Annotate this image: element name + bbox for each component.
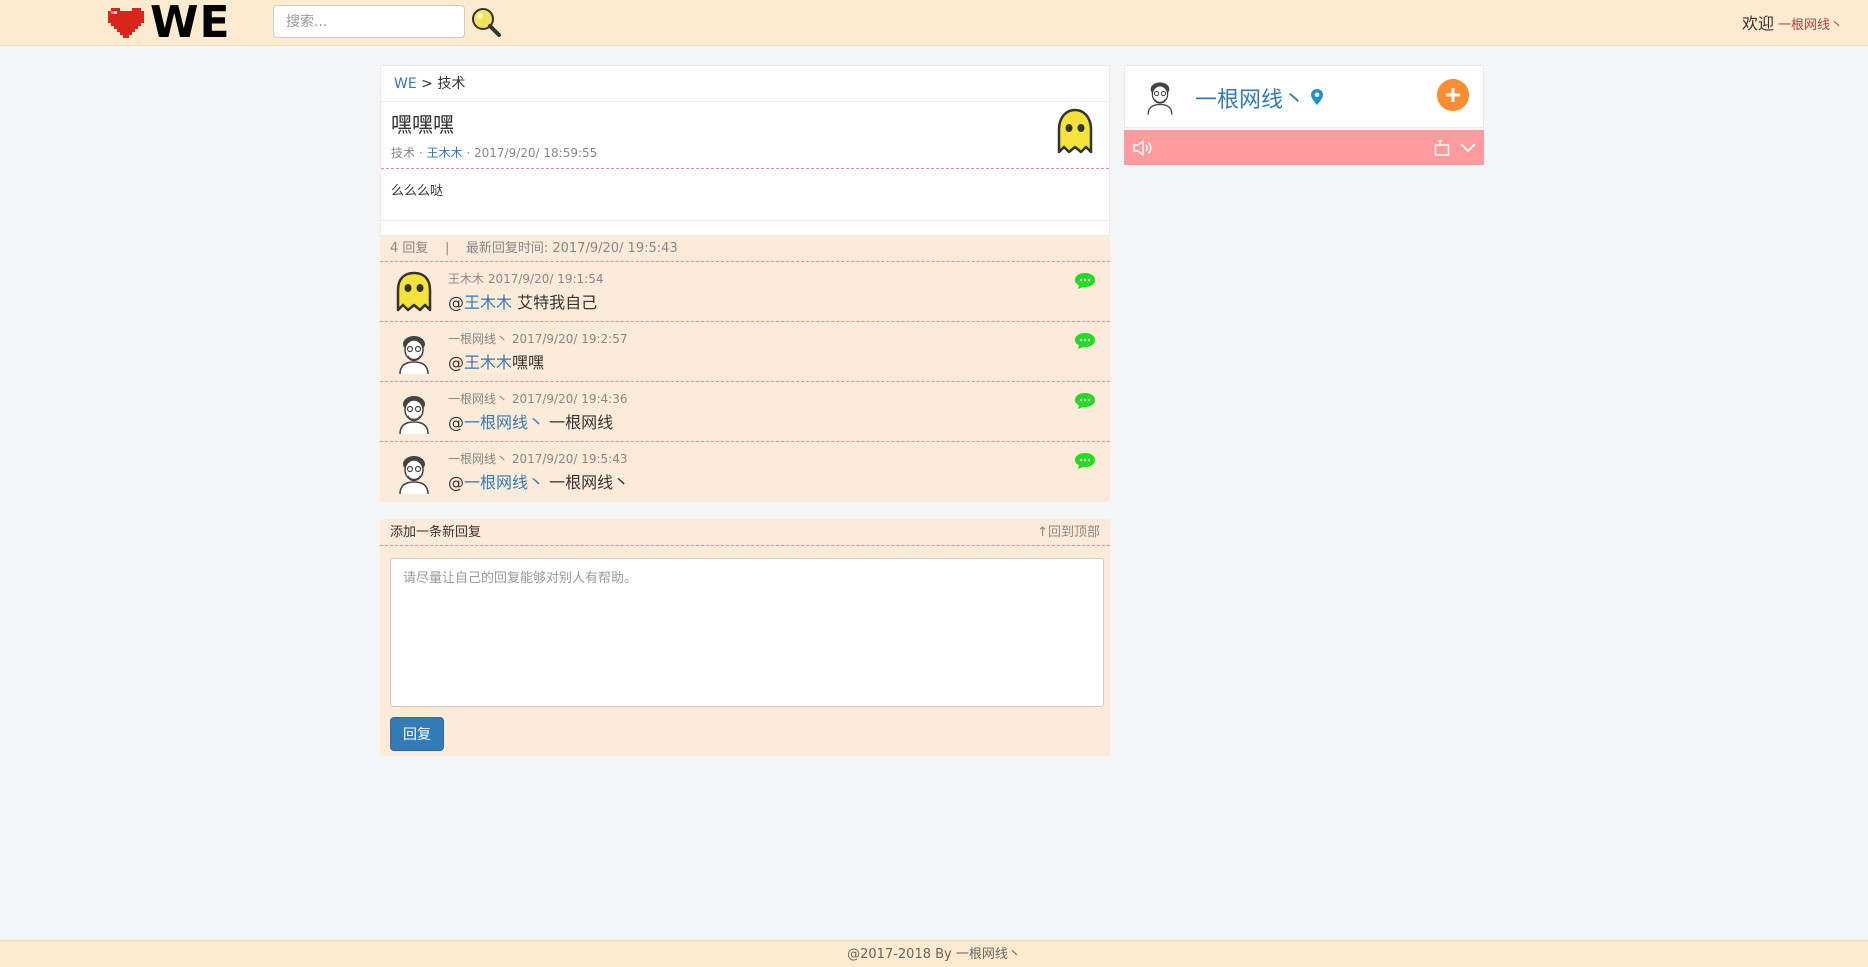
mention-link[interactable]: 一根网线丶 [464, 473, 544, 492]
reply-form-title: 添加一条新回复 [390, 525, 482, 540]
man-avatar-icon[interactable] [394, 330, 434, 374]
meta-dot: · [466, 146, 471, 160]
user-link[interactable]: 一根网线丶 [1778, 18, 1843, 33]
reply-text: 一根网线 [544, 413, 614, 432]
reply-content: @王木木 艾特我自己 [448, 289, 597, 313]
chat-bubble-icon[interactable] [1074, 452, 1096, 470]
man-avatar-icon[interactable] [394, 390, 434, 434]
ghost-avatar-icon[interactable] [394, 270, 434, 314]
reply-user: 王木木 [448, 272, 485, 286]
music-player-bar [1124, 130, 1484, 165]
post-title: 嘿嘿嘿 [391, 113, 454, 137]
reply-content: @一根网线丶 一根网线 [448, 409, 613, 433]
at-sign: @ [448, 353, 464, 372]
reply-text: 一根网线丶 [544, 473, 630, 492]
at-sign: @ [448, 473, 464, 492]
breadcrumb: WE > 技术 [381, 66, 1109, 102]
reply-count: 4 回复 [390, 241, 429, 256]
post-panel: WE > 技术 嘿嘿嘿 技术 · 王木木 · 2017/9/20/ 18:59:… [380, 65, 1110, 236]
reply-time: 2017/9/20/ 19:1:54 [487, 272, 604, 286]
reply-content: @王木木嘿嘿 [448, 349, 544, 373]
profile-name-link[interactable]: 一根网线丶 [1195, 82, 1305, 114]
at-sign: @ [448, 293, 464, 312]
reply-user: 一根网线丶 [448, 332, 509, 346]
breadcrumb-separator: > [421, 76, 433, 92]
back-to-top-link[interactable]: ↑回到顶部 [1037, 519, 1100, 546]
at-sign: @ [448, 413, 464, 432]
post-category: 技术 [391, 146, 416, 160]
reply-textarea[interactable] [390, 558, 1104, 707]
chevron-down-icon[interactable] [1460, 141, 1476, 153]
welcome-area: 欢迎 一根网线丶 [1742, 10, 1843, 34]
profile-card: 一根网线丶 [1124, 65, 1484, 128]
breadcrumb-home-link[interactable]: WE [394, 76, 417, 92]
reply-time: 2017/9/20/ 19:5:43 [511, 452, 628, 466]
chat-bubble-icon[interactable] [1074, 392, 1096, 410]
sidebar: 一根网线丶 [1124, 65, 1484, 165]
reply-meta: 一根网线丶 2017/9/20/ 19:5:43 [448, 450, 628, 467]
main-column: WE > 技术 嘿嘿嘿 技术 · 王木木 · 2017/9/20/ 18:59:… [380, 65, 1110, 756]
replies-panel: 4 回复 | 最新回复时间: 2017/9/20/ 19:5:43 王木木 20… [380, 236, 1110, 502]
reply-time: 2017/9/20/ 19:2:57 [511, 332, 628, 346]
meta-dot: · [418, 146, 423, 160]
breadcrumb-current: 技术 [437, 76, 466, 92]
reply-form-header: 添加一条新回复 ↑回到顶部 [380, 519, 1110, 546]
mention-link[interactable]: 一根网线丶 [464, 413, 544, 432]
man-avatar-icon[interactable] [1143, 76, 1177, 116]
site-logo[interactable]: WE [108, 0, 231, 48]
reply-meta: 一根网线丶 2017/9/20/ 19:2:57 [448, 330, 628, 347]
speaker-icon[interactable] [1132, 138, 1154, 158]
reply-user: 一根网线丶 [448, 392, 509, 406]
reply-meta: 一根网线丶 2017/9/20/ 19:4:36 [448, 390, 628, 407]
post-spacer [381, 221, 1109, 235]
summary-divider: | [444, 241, 450, 256]
reply-form: 添加一条新回复 ↑回到顶部 回复 [380, 519, 1110, 756]
search-icon[interactable] [470, 6, 502, 38]
reply-item: 一根网线丶 2017/9/20/ 19:5:43 @一根网线丶 一根网线丶 [380, 442, 1110, 502]
chat-bubble-icon[interactable] [1074, 332, 1096, 350]
chat-bubble-icon[interactable] [1074, 272, 1096, 290]
logo-text: WE [150, 0, 231, 48]
reply-text: 艾特我自己 [512, 293, 598, 312]
reply-text: 嘿嘿 [512, 353, 545, 372]
ghost-avatar-icon[interactable] [1056, 108, 1094, 156]
reply-item: 一根网线丶 2017/9/20/ 19:2:57 @王木木嘿嘿 [380, 322, 1110, 382]
footer-text: @2017-2018 By 一根网线丶 [847, 947, 1021, 962]
reply-meta: 王木木 2017/9/20/ 19:1:54 [448, 270, 604, 287]
latest-reply-label: 最新回复时间: [465, 241, 549, 256]
reply-item: 王木木 2017/9/20/ 19:1:54 @王木木 艾特我自己 [380, 262, 1110, 322]
post-header: 嘿嘿嘿 技术 · 王木木 · 2017/9/20/ 18:59:55 [381, 102, 1109, 169]
mention-link[interactable]: 王木木 [464, 353, 512, 372]
post-datetime: 2017/9/20/ 18:59:55 [474, 146, 598, 160]
reply-user: 一根网线丶 [448, 452, 509, 466]
replies-summary: 4 回复 | 最新回复时间: 2017/9/20/ 19:5:43 [380, 236, 1110, 262]
add-button[interactable] [1437, 79, 1469, 111]
man-avatar-icon[interactable] [394, 450, 434, 494]
top-navbar: WE 欢迎一根网线丶 [0, 0, 1868, 46]
welcome-label: 欢迎 [1741, 14, 1774, 33]
mention-link[interactable]: 王木木 [464, 293, 512, 312]
post-meta: 技术 · 王木木 · 2017/9/20/ 18:59:55 [391, 144, 1099, 161]
post-body: 么么么哒 [381, 169, 1109, 221]
post-author-link[interactable]: 王木木 [427, 146, 463, 160]
reply-content: @一根网线丶 一根网线丶 [448, 469, 629, 493]
latest-reply-time: 2017/9/20/ 19:5:43 [552, 241, 678, 256]
heart-icon [108, 8, 144, 38]
submit-reply-button[interactable]: 回复 [390, 717, 444, 751]
location-pin-icon[interactable] [1310, 88, 1324, 106]
search-input[interactable] [273, 5, 465, 38]
page-footer: @2017-2018 By 一根网线丶 [0, 940, 1868, 967]
reply-item: 一根网线丶 2017/9/20/ 19:4:36 @一根网线丶 一根网线 [380, 382, 1110, 442]
package-icon[interactable] [1434, 139, 1450, 156]
reply-time: 2017/9/20/ 19:4:36 [511, 392, 628, 406]
